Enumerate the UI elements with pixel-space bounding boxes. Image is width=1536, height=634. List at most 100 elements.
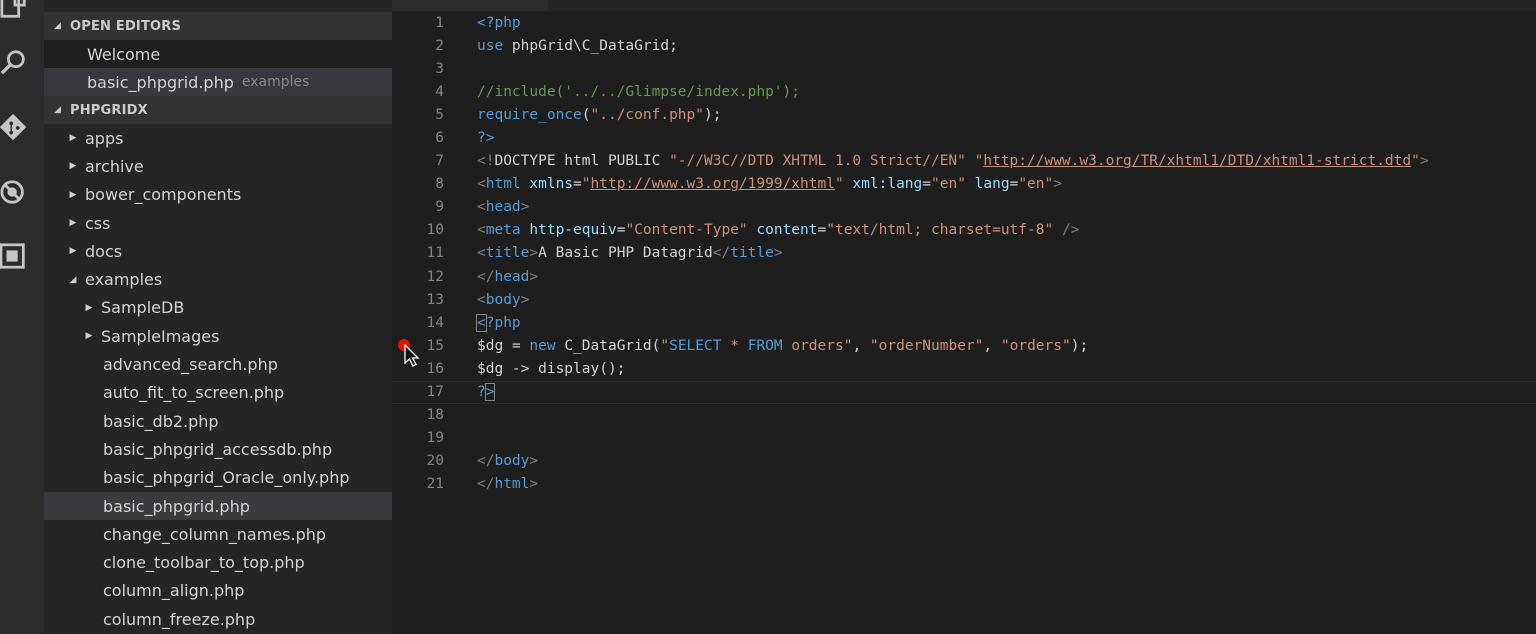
tree-folder[interactable]: ▶ docs	[44, 237, 392, 265]
open-editor-basic-phpgrid[interactable]: basic_phpgrid.php examples	[44, 68, 392, 96]
open-editor-welcome[interactable]: Welcome	[44, 40, 392, 68]
code-token: "../conf.php"	[590, 106, 705, 123]
code-line[interactable]: 19	[392, 427, 1536, 450]
code-token: content	[756, 222, 818, 239]
open-editor-description: examples	[241, 74, 310, 90]
tree-item-label: basic_phpgrid.php	[103, 496, 250, 516]
code-token: />	[1061, 222, 1080, 239]
open-editors-header[interactable]: ◢ OPEN EDITORS	[44, 12, 392, 40]
line-number: 10	[426, 222, 444, 239]
tree-item-label: bower_components	[85, 185, 242, 205]
code-line[interactable]: 12 </head>	[392, 265, 1536, 288]
tree-folder[interactable]: ▶ SampleDB	[44, 294, 392, 322]
tree-folder[interactable]: ◢ examples	[44, 265, 392, 293]
line-number: 20	[426, 453, 444, 470]
explorer-sidebar: ◢ OPEN EDITORS Welcome basic_phpgrid.php…	[44, 0, 392, 634]
code-line[interactable]: 4 //include('../../Glimpse/index.php');	[392, 80, 1536, 103]
tree-folder[interactable]: ▶ css	[44, 209, 392, 237]
code-line[interactable]: 16 $dg -> display();	[392, 357, 1536, 380]
tree-item-label: docs	[85, 241, 123, 261]
code-editor[interactable]: 1 <?php 2 use phpGrid\C_DataGrid; 3 4//includ…	[392, 0, 1536, 634]
editor-tab-area	[747, 0, 1536, 11]
tree-file[interactable]: advanced_search.php	[44, 350, 392, 378]
tree-item-label: change_column_names.php	[103, 524, 327, 544]
code-token: meta	[485, 222, 521, 239]
debug-icon[interactable]	[0, 174, 28, 210]
tree-item-label: basic_phpgrid_Oracle_only.php	[103, 468, 350, 488]
code-line[interactable]: 18	[392, 404, 1536, 427]
code-token: $dg =	[477, 337, 530, 354]
code-line[interactable]: 15 $dg = new C_DataGrid("SELECT * FROM or…	[392, 334, 1536, 368]
tree-folder[interactable]: ▶ SampleImages	[44, 322, 392, 350]
code-token: SELECT	[669, 337, 722, 354]
code-line[interactable]: 14 <?php	[392, 311, 1536, 334]
tree-file[interactable]: clone_toolbar_to_top.php	[44, 548, 392, 576]
code-token: >	[1419, 153, 1429, 170]
project-header[interactable]: ◢ PHPGRIDX	[44, 96, 392, 124]
tree-file[interactable]: column_align.php	[44, 577, 392, 605]
code-line[interactable]: 7 <!DOCTYPE html PUBLIC "-//W3C//DTD XHTM…	[392, 150, 1536, 173]
tree-folder[interactable]: ▶ archive	[44, 152, 392, 180]
code-token: body	[494, 453, 530, 470]
code-line[interactable]: 10 <meta http-equiv = "Content-Type" conten…	[392, 219, 1536, 242]
tree-file[interactable]: change_column_names.php	[44, 520, 392, 548]
code-token: >	[520, 291, 530, 308]
tree-item-label: basic_db2.php	[103, 411, 219, 431]
code-line[interactable]: 20 </body>	[392, 450, 1536, 473]
tree-item-label: examples	[85, 270, 163, 290]
chevron-right-icon: ▶	[69, 218, 77, 229]
code-token: "	[660, 337, 670, 354]
code-token: =	[922, 176, 931, 193]
source-control-icon[interactable]	[0, 110, 28, 146]
code-line[interactable]: 17 ?>	[392, 380, 1536, 404]
explorer-icon[interactable]	[0, 0, 28, 24]
code-token: xml:lang	[852, 176, 923, 193]
code-line[interactable]: 3	[392, 57, 1536, 80]
code-line[interactable]: 11 <title>A Basic PHP Datagrid</title>	[392, 242, 1536, 265]
code-lines[interactable]: 1 <?php 2 use phpGrid\C_DataGrid; 3 4//includ…	[392, 11, 1536, 496]
code-token: </	[712, 245, 731, 262]
line-number: 3	[435, 60, 444, 77]
code-token: "text/html; charset=utf-8"	[826, 222, 1054, 239]
code-text: <body>	[477, 292, 529, 308]
code-token: ?	[477, 384, 486, 401]
tree-item-label: column_freeze.php	[103, 609, 256, 629]
search-icon[interactable]	[0, 44, 28, 80]
tree-item-label: css	[85, 213, 111, 233]
activity-bar	[0, 0, 44, 634]
code-token: http-equiv	[529, 222, 617, 239]
extensions-icon[interactable]	[0, 238, 28, 274]
tree-file[interactable]: basic_phpgrid_accessdb.php	[44, 435, 392, 463]
code-line[interactable]: 9 <head>	[392, 196, 1536, 219]
code-token: "en"	[1018, 176, 1054, 193]
tree-folder[interactable]: ▶ apps	[44, 124, 392, 152]
tree-file[interactable]: basic_phpgrid.php	[44, 491, 392, 521]
code-text: <meta http-equiv="Content-Type" content=…	[477, 222, 1079, 238]
code-line[interactable]: 21 </html>	[392, 473, 1536, 496]
tree-item-label: column_align.php	[103, 581, 245, 601]
code-line[interactable]: 13 <body>	[392, 288, 1536, 311]
tree-folder[interactable]: ▶ bower_components	[44, 181, 392, 209]
editor-tab[interactable]	[392, 0, 548, 11]
code-line[interactable]: 6 ?>	[392, 126, 1536, 149]
chevron-right-icon: ▶	[69, 246, 77, 257]
chevron-down-icon: ◢	[54, 105, 62, 115]
tree-file[interactable]: column_freeze.php	[44, 605, 392, 633]
code-line[interactable]: 8 <html xmlns="http://www.w3.org/1999/xht…	[392, 173, 1536, 196]
code-line[interactable]: 1 <?php	[392, 11, 1536, 34]
code-token: html	[494, 476, 530, 493]
code-token: "en"	[931, 176, 966, 193]
code-token: orders"	[782, 337, 853, 354]
code-token: <	[476, 313, 487, 332]
tree-item-label: SampleImages	[101, 326, 220, 346]
tree-item-label: clone_toolbar_to_top.php	[103, 553, 305, 573]
tree-file[interactable]: basic_phpgrid_Oracle_only.php	[44, 464, 392, 492]
tree-file[interactable]: basic_db2.php	[44, 407, 392, 435]
tree-file[interactable]: auto_fit_to_screen.php	[44, 379, 392, 407]
code-line[interactable]: 5 require_once("../conf.php");	[392, 103, 1536, 126]
code-token: "orders"	[1000, 337, 1071, 354]
code-line[interactable]: 2 use phpGrid\C_DataGrid;	[392, 34, 1536, 57]
code-token: body	[485, 291, 521, 308]
code-token: FROM	[747, 337, 783, 354]
